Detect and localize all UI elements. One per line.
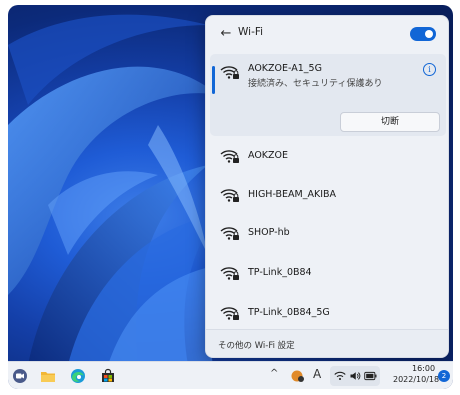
wifi-toggle[interactable] [410, 27, 436, 41]
connected-network-status: 接続済み、セキュリティ保護あり [248, 79, 383, 89]
selection-accent [212, 66, 215, 94]
video-call-icon[interactable] [12, 368, 28, 384]
wifi-secured-icon [220, 227, 239, 240]
battery-icon [364, 371, 377, 381]
network-name: SHOP-hb [248, 227, 290, 238]
connected-network-name: AOKZOE-A1_5G [248, 63, 322, 74]
network-item-shop-hb[interactable]: SHOP-hb [210, 215, 446, 251]
ime-indicator[interactable]: A [313, 367, 321, 381]
wifi-footer: その他の Wi-Fi 設定 [206, 329, 448, 357]
wifi-secured-icon [220, 267, 239, 280]
clock-date[interactable]: 2022/10/18 [393, 375, 439, 384]
wifi-icon [334, 371, 346, 381]
network-item-high-beam-akiba[interactable]: HIGH-BEAM_AKIBA [210, 177, 446, 213]
network-name: HIGH-BEAM_AKIBA [248, 189, 337, 200]
file-explorer-icon[interactable] [40, 368, 56, 384]
connected-network-item[interactable]: AOKZOE-A1_5G 接続済み、セキュリティ保護あり i 切断 [210, 54, 446, 136]
arrow-left-icon[interactable]: ← [216, 24, 236, 44]
network-name: TP-Link_0B84_5G [248, 307, 330, 318]
toggle-knob [425, 30, 433, 38]
network-item-aokzoe[interactable]: AOKZOE [210, 138, 446, 174]
desktop-screen: ← Wi-Fi AOKZOE-A1_5G 接続済み、セキュリティ保護あり i 切… [8, 5, 453, 389]
edge-browser-icon[interactable] [70, 368, 86, 384]
network-item-tp-link-0b84[interactable]: TP-Link_0B84 [210, 255, 446, 291]
wifi-title: Wi-Fi [238, 26, 264, 38]
wifi-secured-icon [220, 150, 239, 163]
info-icon[interactable]: i [423, 63, 436, 76]
wifi-secured-icon [220, 66, 239, 79]
network-name: TP-Link_0B84 [248, 267, 312, 278]
wifi-flyout: ← Wi-Fi AOKZOE-A1_5G 接続済み、セキュリティ保護あり i 切… [205, 15, 449, 358]
taskbar: ^ A 16:00 2022/10/18 2 [8, 361, 453, 389]
wifi-secured-icon [220, 189, 239, 202]
tray-overflow-chevron[interactable]: ^ [270, 368, 278, 379]
volume-icon [350, 372, 361, 380]
network-item-tp-link-0b84-5g[interactable]: TP-Link_0B84_5G [210, 295, 446, 331]
notification-badge[interactable]: 2 [438, 370, 450, 382]
wifi-secured-icon [220, 307, 239, 320]
quick-settings-button[interactable] [330, 366, 380, 386]
disconnect-button[interactable]: 切断 [340, 112, 440, 132]
network-name: AOKZOE [248, 150, 289, 161]
more-wifi-settings-link[interactable]: その他の Wi-Fi 設定 [218, 339, 295, 351]
security-shield-icon[interactable] [290, 368, 306, 384]
store-icon[interactable] [100, 368, 116, 384]
wifi-header: ← Wi-Fi [206, 16, 448, 52]
clock-time[interactable]: 16:00 [412, 364, 435, 373]
